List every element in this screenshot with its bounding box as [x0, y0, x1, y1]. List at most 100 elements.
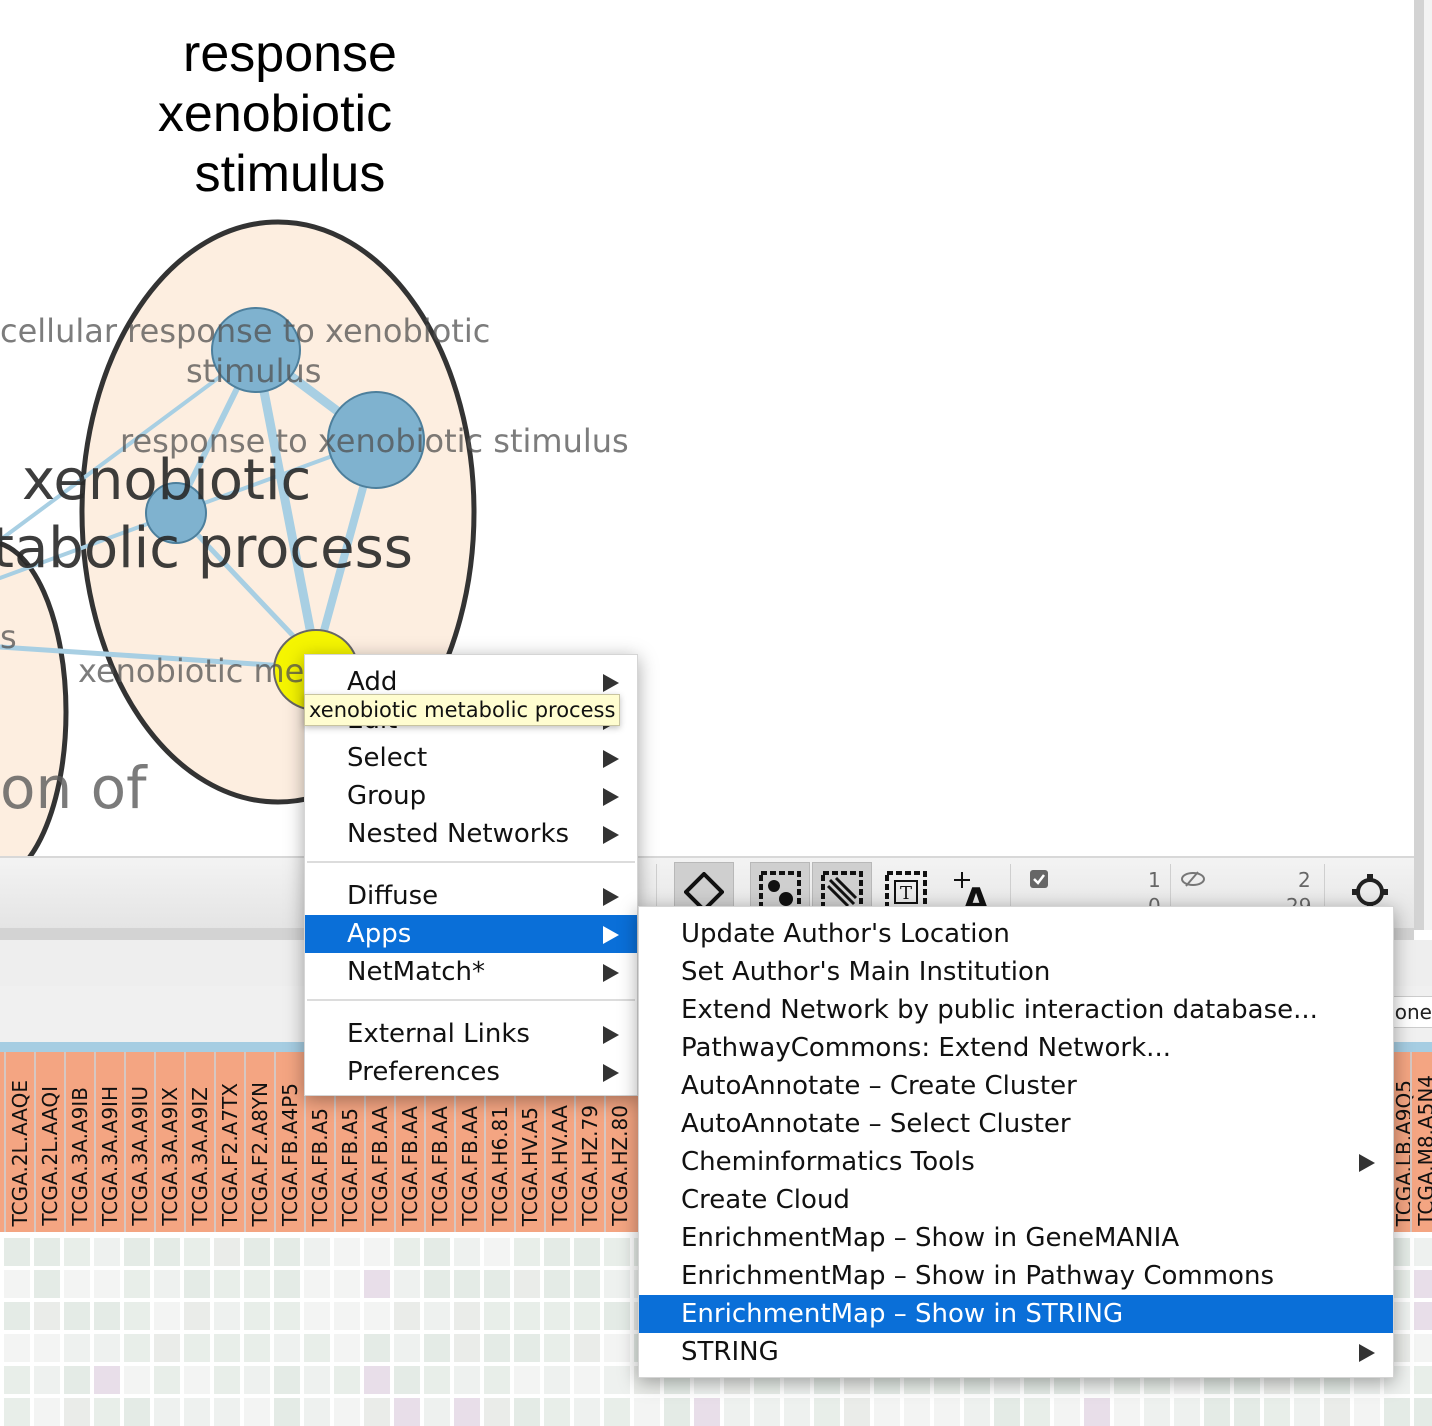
heatmap-cell[interactable] — [454, 1398, 480, 1426]
menu-item-diffuse[interactable]: Diffuse — [305, 877, 637, 915]
heatmap-cell[interactable] — [394, 1366, 420, 1394]
heatmap-cell[interactable] — [484, 1366, 510, 1394]
heatmap-cell[interactable] — [274, 1398, 300, 1426]
heatmap-column[interactable]: TCGA.M8.A5N4 — [1410, 1052, 1432, 1232]
heatmap-cell[interactable] — [1414, 1366, 1432, 1394]
heatmap-cell[interactable] — [514, 1238, 540, 1266]
menu-item-netmatch[interactable]: NetMatch* — [305, 953, 637, 991]
heatmap-cell[interactable] — [214, 1398, 240, 1426]
heatmap-cell[interactable] — [574, 1366, 600, 1394]
heatmap-cell[interactable] — [64, 1302, 90, 1330]
heatmap-cell[interactable] — [484, 1398, 510, 1426]
heatmap-cell[interactable] — [394, 1270, 420, 1298]
submenu-item-enrichmentmap-show-in-pathway-commons[interactable]: EnrichmentMap – Show in Pathway Commons — [639, 1257, 1393, 1295]
heatmap-cell[interactable] — [574, 1238, 600, 1266]
heatmap-column[interactable]: TCGA.2L.AAQI — [34, 1052, 62, 1232]
heatmap-cell[interactable] — [964, 1398, 990, 1426]
heatmap-column[interactable]: TCGA.FB.A4P5 — [274, 1052, 302, 1232]
heatmap-cell[interactable] — [784, 1398, 810, 1426]
heatmap-cell[interactable] — [454, 1302, 480, 1330]
submenu-item-extend-network-by-public-interaction-database[interactable]: Extend Network by public interaction dat… — [639, 991, 1393, 1029]
submenu-item-create-cloud[interactable]: Create Cloud — [639, 1181, 1393, 1219]
heatmap-cell[interactable] — [364, 1238, 390, 1266]
heatmap-cell[interactable] — [424, 1334, 450, 1362]
heatmap-cell[interactable] — [184, 1398, 210, 1426]
submenu-item-cheminformatics-tools[interactable]: Cheminformatics Tools — [639, 1143, 1393, 1181]
submenu-item-autoannotate-select-cluster[interactable]: AutoAnnotate – Select Cluster — [639, 1105, 1393, 1143]
heatmap-cell[interactable] — [544, 1270, 570, 1298]
heatmap-cell[interactable] — [34, 1302, 60, 1330]
heatmap-cell[interactable] — [34, 1270, 60, 1298]
heatmap-cell[interactable] — [844, 1398, 870, 1426]
heatmap-cell[interactable] — [124, 1238, 150, 1266]
heatmap-cell[interactable] — [184, 1334, 210, 1362]
heatmap-column[interactable]: TCGA.F2.A8YN — [244, 1052, 272, 1232]
heatmap-cell[interactable] — [394, 1398, 420, 1426]
heatmap-cell[interactable] — [244, 1270, 270, 1298]
heatmap-cell[interactable] — [334, 1334, 360, 1362]
heatmap-cell[interactable] — [64, 1270, 90, 1298]
heatmap-cell[interactable] — [244, 1302, 270, 1330]
heatmap-cell[interactable] — [484, 1302, 510, 1330]
heatmap-cell[interactable] — [454, 1366, 480, 1394]
submenu-item-update-author-s-location[interactable]: Update Author's Location — [639, 915, 1393, 953]
heatmap-cell[interactable] — [1264, 1398, 1290, 1426]
heatmap-cell[interactable] — [4, 1270, 30, 1298]
heatmap-column[interactable]: TCGA.3A.A9IH — [94, 1052, 122, 1232]
heatmap-cell[interactable] — [544, 1238, 570, 1266]
heatmap-cell[interactable] — [814, 1398, 840, 1426]
heatmap-cell[interactable] — [124, 1398, 150, 1426]
heatmap-cell[interactable] — [1414, 1238, 1432, 1266]
heatmap-cell[interactable] — [1204, 1398, 1230, 1426]
heatmap-cell[interactable] — [1294, 1398, 1320, 1426]
heatmap-cell[interactable] — [304, 1238, 330, 1266]
heatmap-cell[interactable] — [184, 1366, 210, 1394]
heatmap-cell[interactable] — [214, 1270, 240, 1298]
heatmap-cell[interactable] — [1414, 1270, 1432, 1298]
heatmap-cell[interactable] — [664, 1398, 690, 1426]
heatmap-cell[interactable] — [214, 1302, 240, 1330]
heatmap-cell[interactable] — [94, 1398, 120, 1426]
heatmap-cell[interactable] — [64, 1334, 90, 1362]
heatmap-cell[interactable] — [304, 1270, 330, 1298]
heatmap-cell[interactable] — [94, 1366, 120, 1394]
heatmap-cell[interactable] — [544, 1398, 570, 1426]
heatmap-cell[interactable] — [934, 1398, 960, 1426]
heatmap-cell[interactable] — [34, 1366, 60, 1394]
heatmap-cell[interactable] — [574, 1334, 600, 1362]
heatmap-cell[interactable] — [574, 1270, 600, 1298]
heatmap-cell[interactable] — [754, 1398, 780, 1426]
heatmap-cell[interactable] — [394, 1334, 420, 1362]
heatmap-cell[interactable] — [4, 1398, 30, 1426]
heatmap-cell[interactable] — [694, 1398, 720, 1426]
heatmap-cell[interactable] — [34, 1238, 60, 1266]
heatmap-cell[interactable] — [544, 1302, 570, 1330]
heatmap-cell[interactable] — [484, 1238, 510, 1266]
heatmap-column[interactable]: TCGA.3A.A9IZ — [184, 1052, 212, 1232]
heatmap-cell[interactable] — [424, 1270, 450, 1298]
heatmap-cell[interactable] — [274, 1334, 300, 1362]
heatmap-cell[interactable] — [64, 1366, 90, 1394]
heatmap-cell[interactable] — [904, 1398, 930, 1426]
heatmap-cell[interactable] — [1414, 1302, 1432, 1330]
heatmap-column[interactable]: TCGA.3A.A9IX — [154, 1052, 182, 1232]
heatmap-cell[interactable] — [64, 1398, 90, 1426]
heatmap-cell[interactable] — [214, 1366, 240, 1394]
menu-item-nested-networks[interactable]: Nested Networks — [305, 815, 637, 853]
heatmap-cell[interactable] — [4, 1238, 30, 1266]
heatmap-cell[interactable] — [604, 1270, 630, 1298]
heatmap-cell[interactable] — [334, 1270, 360, 1298]
heatmap-cell[interactable] — [514, 1398, 540, 1426]
heatmap-cell[interactable] — [364, 1302, 390, 1330]
heatmap-cell[interactable] — [304, 1334, 330, 1362]
heatmap-cell[interactable] — [154, 1238, 180, 1266]
heatmap-cell[interactable] — [424, 1238, 450, 1266]
heatmap-cell[interactable] — [1054, 1398, 1080, 1426]
heatmap-cell[interactable] — [514, 1270, 540, 1298]
heatmap-cell[interactable] — [424, 1366, 450, 1394]
submenu-item-pathwaycommons-extend-network[interactable]: PathwayCommons: Extend Network... — [639, 1029, 1393, 1067]
heatmap-cell[interactable] — [1324, 1398, 1350, 1426]
heatmap-cell[interactable] — [604, 1302, 630, 1330]
heatmap-cell[interactable] — [364, 1398, 390, 1426]
menu-item-preferences[interactable]: Preferences — [305, 1053, 637, 1091]
